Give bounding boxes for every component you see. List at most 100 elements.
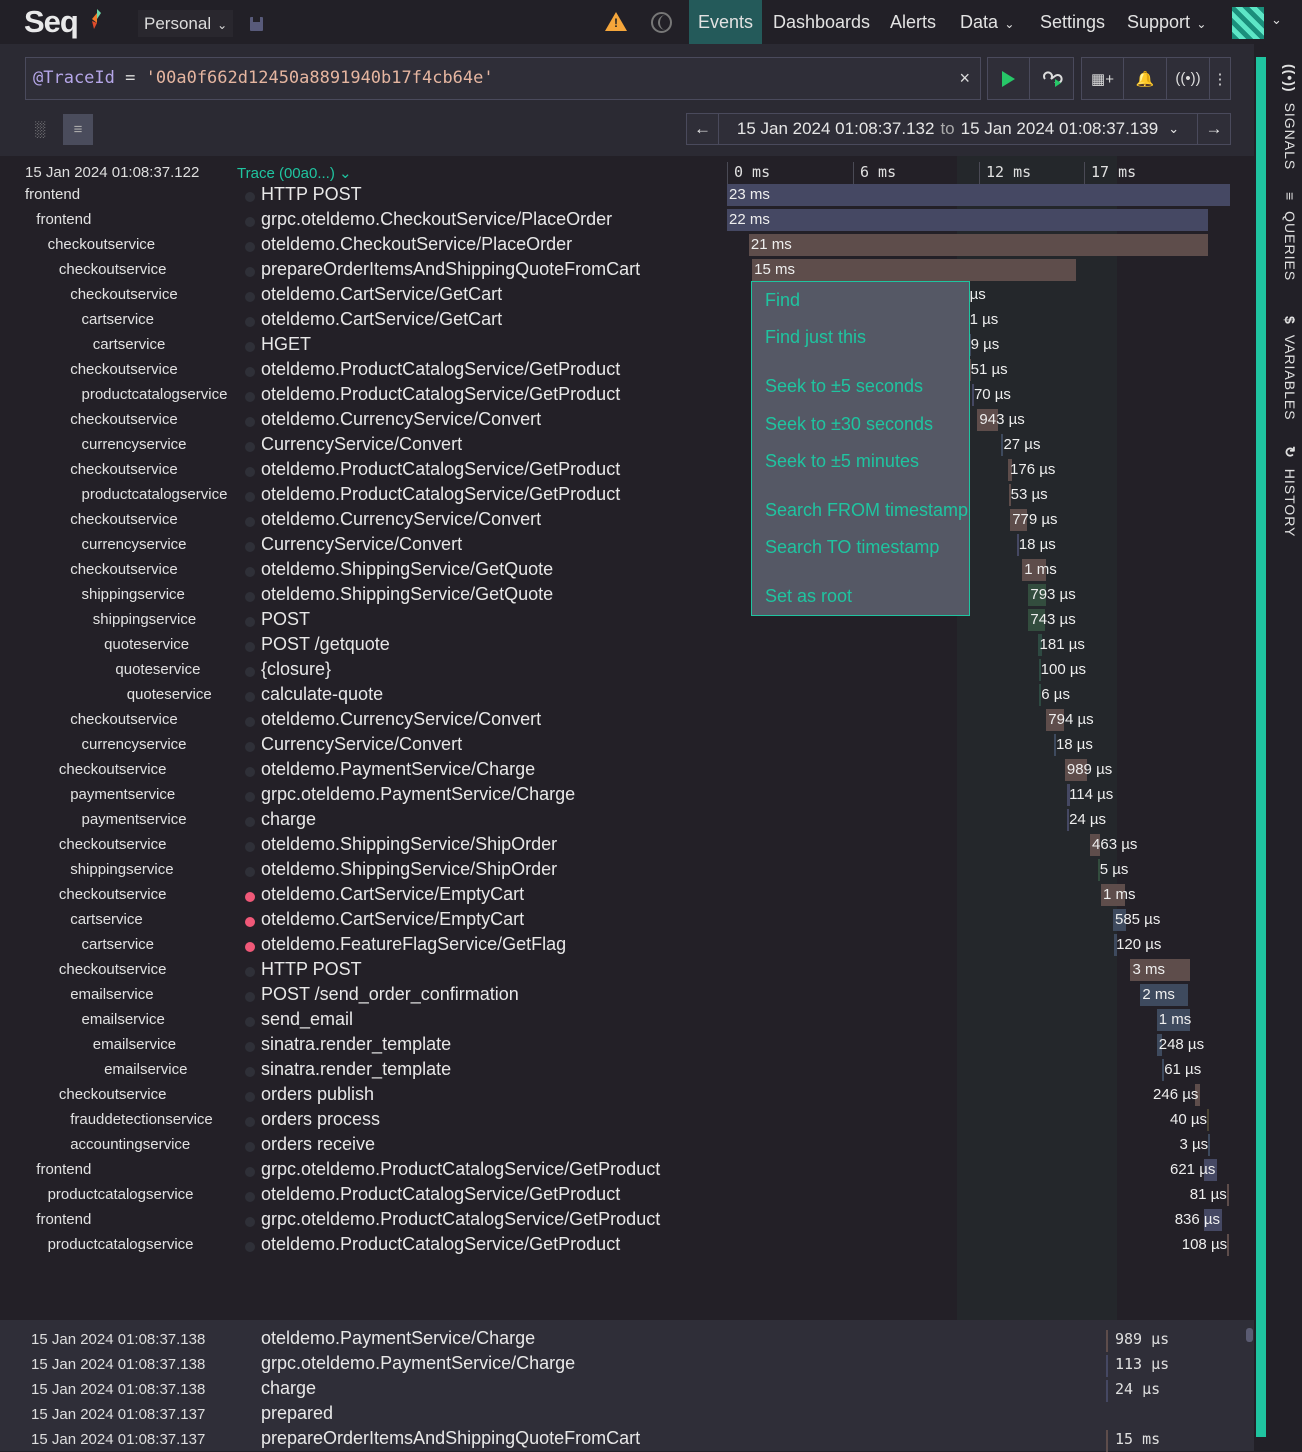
span-row[interactable]: paymentservice grpc.oteldemo.PaymentServi…: [0, 783, 1254, 808]
span-row[interactable]: frauddetectionservice orders process 40 µs: [0, 1108, 1254, 1133]
span-row[interactable]: emailservice send_email 1 ms: [0, 1008, 1254, 1033]
menu-item-search-to[interactable]: Search TO timestamp: [765, 537, 939, 558]
span-duration-bar[interactable]: [727, 209, 1209, 231]
range-next-button[interactable]: →: [1197, 113, 1231, 145]
chevron-down-icon[interactable]: ⌄: [1271, 12, 1282, 28]
query-input[interactable]: @TraceId = '00a0f662d12450a8891940b17f4c…: [25, 57, 981, 100]
event-row[interactable]: 15 Jan 2024 01:08:37.137 prepareOrderItem…: [0, 1427, 1254, 1452]
nav-dashboards[interactable]: Dashboards: [773, 0, 870, 44]
span-row[interactable]: checkoutservice oteldemo.ShippingService/…: [0, 558, 1254, 583]
histogram-view-button[interactable]: ░: [25, 114, 55, 145]
menu-item-seek-30s[interactable]: Seek to ±30 seconds: [765, 414, 933, 435]
add-alert-button[interactable]: 🔔: [1123, 57, 1167, 100]
nav-events[interactable]: Events: [689, 0, 763, 44]
span-duration-bar[interactable]: [1226, 1184, 1229, 1206]
span-row[interactable]: checkoutservice oteldemo.CartService/Empt…: [0, 883, 1254, 908]
sidebar-item-history[interactable]: ↻ HISTORY: [1274, 446, 1298, 537]
span-row[interactable]: checkoutservice orders publish 246 µs: [0, 1083, 1254, 1108]
chevron-down-icon: ⌄: [1193, 17, 1207, 31]
menu-item-seek-5s[interactable]: Seek to ±5 seconds: [765, 376, 923, 397]
trace-selector[interactable]: Trace (00a0...) ⌄: [237, 164, 352, 182]
span-row[interactable]: currencyservice CurrencyService/Convert 18…: [0, 733, 1254, 758]
span-row[interactable]: frontend grpc.oteldemo.CheckoutService/Pl…: [0, 208, 1254, 233]
span-row[interactable]: emailservice sinatra.render_template 61 µs: [0, 1058, 1254, 1083]
span-row[interactable]: frontend HTTP POST 23 ms: [0, 183, 1254, 208]
span-row[interactable]: accountingservice orders receive 3 µs: [0, 1133, 1254, 1158]
event-row[interactable]: 15 Jan 2024 01:08:37.138 oteldemo.Payment…: [0, 1327, 1254, 1352]
span-row[interactable]: frontend grpc.oteldemo.ProductCatalogServ…: [0, 1208, 1254, 1233]
span-service: paymentservice: [70, 786, 176, 803]
save-icon[interactable]: [250, 17, 263, 31]
span-duration-bar[interactable]: [748, 234, 1209, 256]
status-dot-icon: [245, 1017, 255, 1027]
workspace-selector[interactable]: Personal ⌄: [138, 10, 234, 37]
span-duration-bar[interactable]: [727, 184, 1230, 206]
span-row[interactable]: checkoutservice oteldemo.CurrencyService/…: [0, 508, 1254, 533]
event-row[interactable]: 15 Jan 2024 01:08:37.138 charge 24 µs: [0, 1377, 1254, 1402]
span-row[interactable]: emailservice POST /send_order_confirmatio…: [0, 983, 1254, 1008]
theme-toggle-icon[interactable]: [651, 12, 672, 33]
span-row[interactable]: cartservice oteldemo.FeatureFlagService/G…: [0, 933, 1254, 958]
span-row[interactable]: productcatalogservice oteldemo.ProductCat…: [0, 383, 1254, 408]
trace-view-button[interactable]: ≡: [63, 114, 93, 145]
more-options-button[interactable]: ⋮: [1209, 57, 1231, 100]
seq-logo[interactable]: Seq: [24, 4, 79, 40]
arrow-right-icon: →: [1205, 119, 1223, 138]
span-row[interactable]: currencyservice CurrencyService/Convert 27…: [0, 433, 1254, 458]
span-row[interactable]: productcatalogservice oteldemo.ProductCat…: [0, 483, 1254, 508]
span-row[interactable]: shippingservice POST 743 µs: [0, 608, 1254, 633]
warning-icon[interactable]: !: [605, 12, 627, 31]
span-row[interactable]: quoteservice {closure} 100 µs: [0, 658, 1254, 683]
span-row[interactable]: checkoutservice oteldemo.CurrencyService/…: [0, 408, 1254, 433]
span-row[interactable]: paymentservice charge 24 µs: [0, 808, 1254, 833]
span-row[interactable]: checkoutservice HTTP POST 3 ms: [0, 958, 1254, 983]
date-range-picker[interactable]: 15 Jan 2024 01:08:37.132 to 15 Jan 2024 …: [718, 113, 1198, 145]
menu-item-find-just-this[interactable]: Find just this: [765, 327, 866, 348]
event-row[interactable]: 15 Jan 2024 01:08:37.138 grpc.oteldemo.Pa…: [0, 1352, 1254, 1377]
span-row[interactable]: checkoutservice oteldemo.CartService/GetC…: [0, 283, 1254, 308]
span-row[interactable]: checkoutservice prepareOrderItemsAndShipp…: [0, 258, 1254, 283]
span-row[interactable]: productcatalogservice oteldemo.ProductCat…: [0, 1233, 1254, 1258]
span-row[interactable]: shippingservice oteldemo.ShippingService/…: [0, 583, 1254, 608]
sidebar-item-queries[interactable]: ≡ QUERIES: [1274, 192, 1298, 281]
add-to-dashboard-button[interactable]: ▦+: [1081, 57, 1124, 100]
span-row[interactable]: cartservice oteldemo.CartService/GetCart 1…: [0, 308, 1254, 333]
span-row[interactable]: checkoutservice oteldemo.ProductCatalogSe…: [0, 358, 1254, 383]
menu-item-find[interactable]: Find: [765, 290, 800, 311]
sidebar-item-signals[interactable]: ((•)) SIGNALS: [1274, 64, 1298, 170]
span-row[interactable]: checkoutservice oteldemo.ShippingService/…: [0, 833, 1254, 858]
span-duration-bar[interactable]: [1208, 1134, 1211, 1156]
status-dot-icon: [245, 192, 255, 202]
span-row[interactable]: currencyservice CurrencyService/Convert 18…: [0, 533, 1254, 558]
avatar[interactable]: [1232, 7, 1264, 39]
span-row[interactable]: checkoutservice oteldemo.PaymentService/C…: [0, 758, 1254, 783]
nav-settings[interactable]: Settings: [1040, 0, 1105, 44]
range-prev-button[interactable]: ←: [686, 113, 719, 145]
span-row[interactable]: quoteservice POST /getquote 181 µs: [0, 633, 1254, 658]
span-row[interactable]: quoteservice calculate-quote 6 µs: [0, 683, 1254, 708]
menu-item-search-from[interactable]: Search FROM timestamp: [765, 500, 968, 521]
nav-support[interactable]: Support ⌄: [1127, 0, 1206, 44]
status-dot-icon: [245, 667, 255, 677]
nav-data[interactable]: Data ⌄: [960, 0, 1014, 44]
clear-query-icon[interactable]: ×: [959, 58, 970, 99]
sidebar-item-variables[interactable]: $ VARIABLES: [1274, 316, 1298, 421]
run-query-button[interactable]: [987, 57, 1030, 100]
span-row[interactable]: productcatalogservice oteldemo.ProductCat…: [0, 1183, 1254, 1208]
span-duration-bar[interactable]: [1207, 1109, 1210, 1131]
tail-button[interactable]: [1029, 57, 1074, 100]
nav-alerts[interactable]: Alerts: [890, 0, 936, 44]
span-row[interactable]: checkoutservice oteldemo.ProductCatalogSe…: [0, 458, 1254, 483]
span-row[interactable]: emailservice sinatra.render_template 248 µ…: [0, 1033, 1254, 1058]
event-row[interactable]: 15 Jan 2024 01:08:37.137 prepared: [0, 1402, 1254, 1427]
menu-item-set-as-root[interactable]: Set as root: [765, 586, 852, 607]
span-row[interactable]: frontend grpc.oteldemo.ProductCatalogServ…: [0, 1158, 1254, 1183]
span-row[interactable]: cartservice oteldemo.CartService/EmptyCar…: [0, 908, 1254, 933]
span-row[interactable]: shippingservice oteldemo.ShippingService/…: [0, 858, 1254, 883]
add-signal-button[interactable]: ((•)): [1166, 57, 1210, 100]
span-row[interactable]: checkoutservice oteldemo.CurrencyService/…: [0, 708, 1254, 733]
span-row[interactable]: checkoutservice oteldemo.CheckoutService/…: [0, 233, 1254, 258]
span-row[interactable]: cartservice HGET 9 µs: [0, 333, 1254, 358]
menu-item-seek-5m[interactable]: Seek to ±5 minutes: [765, 451, 919, 472]
span-duration-bar[interactable]: [752, 259, 1076, 281]
